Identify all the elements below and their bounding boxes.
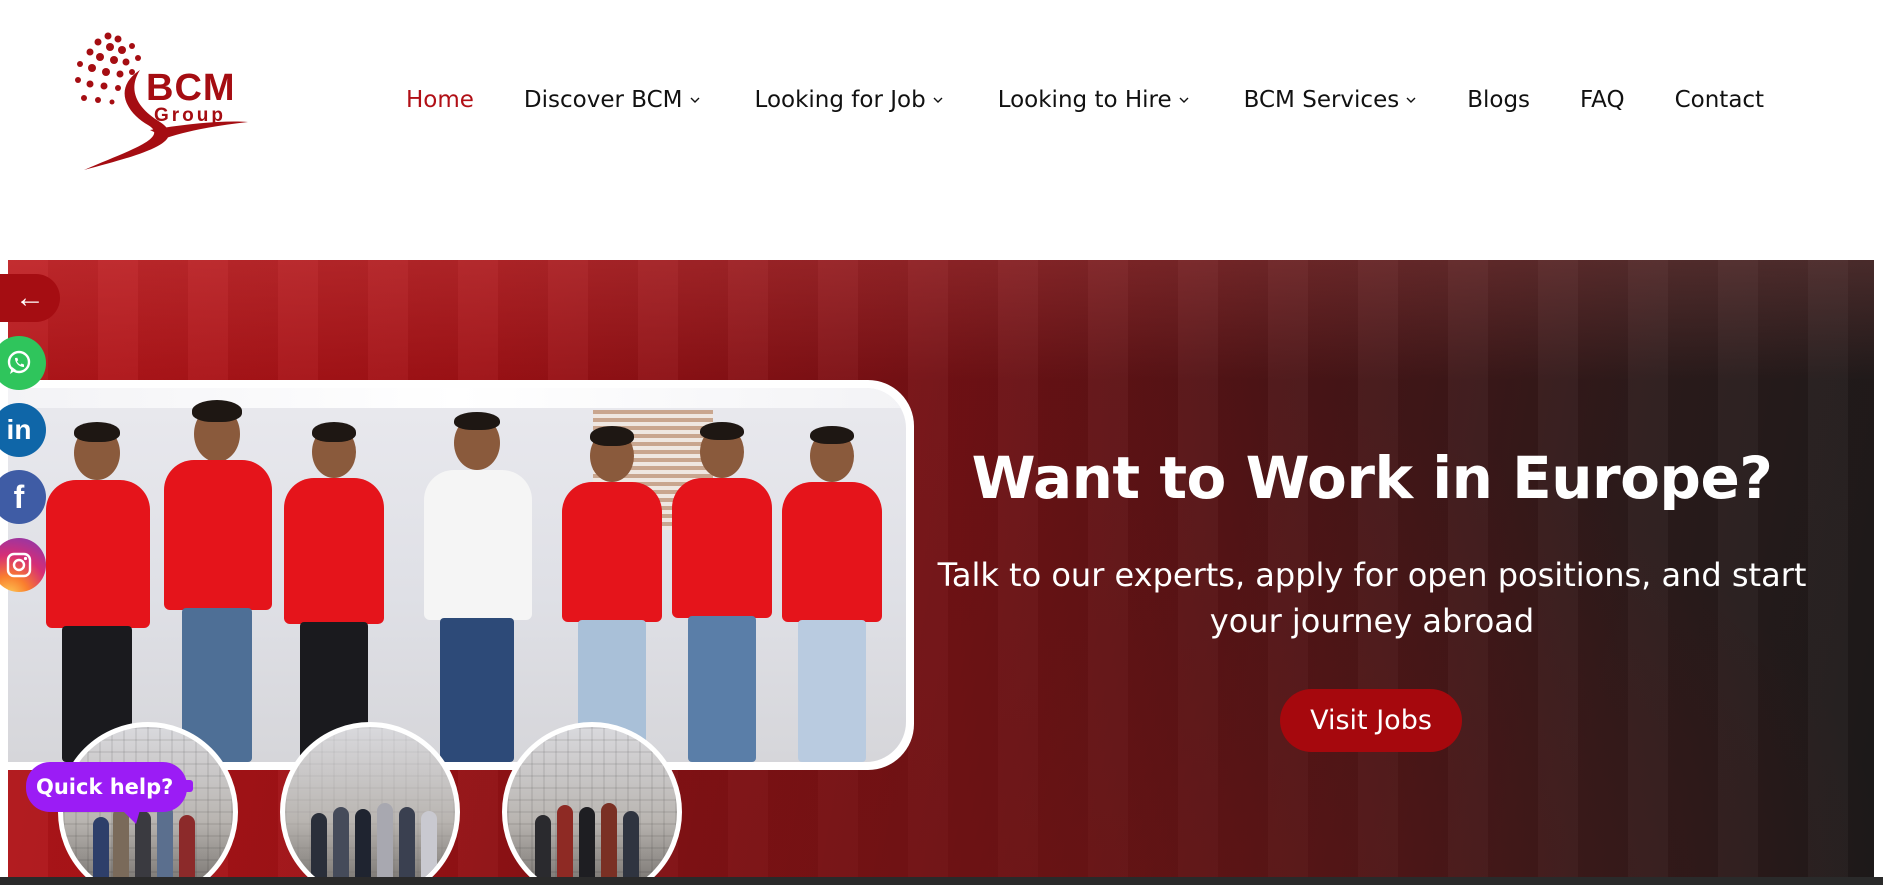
site-header: BCM Group Home Discover BCM Looking for … [0, 0, 1883, 260]
page-right-edge [1874, 260, 1883, 877]
person-figure [270, 418, 400, 762]
nav-discover-bcm[interactable]: Discover BCM [524, 87, 701, 113]
quick-help-chat-button[interactable]: Quick help? [26, 762, 194, 824]
chevron-down-icon [1179, 97, 1189, 103]
chevron-down-icon [1406, 97, 1416, 103]
arrow-left-icon: ← [15, 281, 45, 314]
bottom-scroll-bar [0, 877, 1883, 885]
nav-home[interactable]: Home [406, 87, 474, 113]
linkedin-icon: in [6, 414, 32, 445]
circle-photo-3 [502, 722, 682, 877]
chat-bubble-tail [122, 810, 140, 824]
nav-faq-label: FAQ [1580, 87, 1625, 113]
nav-blogs-label: Blogs [1467, 87, 1531, 113]
nav-discover-bcm-label: Discover BCM [523, 87, 683, 113]
nav-looking-to-hire[interactable]: Looking to Hire [998, 87, 1190, 113]
hero-title: Want to Work in Europe? [971, 444, 1773, 512]
facebook-icon: f [13, 478, 25, 515]
nav-looking-for-job[interactable]: Looking for Job [755, 87, 944, 113]
ceiling-light [8, 388, 906, 408]
nav-looking-to-hire-label: Looking to Hire [997, 87, 1172, 113]
nav-bcm-services-label: BCM Services [1243, 87, 1400, 113]
visit-jobs-button[interactable]: Visit Jobs [1280, 689, 1462, 752]
logo-brand: BCM [146, 67, 236, 109]
back-arrow-button[interactable]: ← [0, 274, 60, 322]
logo-wordmark: BCM Group [146, 67, 236, 126]
person-figure [768, 422, 898, 762]
hero-subtitle: Talk to our experts, apply for open posi… [937, 556, 1807, 640]
chat-bubble-tab [177, 780, 194, 792]
chevron-down-icon [933, 97, 943, 103]
person-figure [408, 410, 548, 762]
bcm-logo[interactable]: BCM Group [70, 30, 250, 175]
person-figure [28, 418, 168, 762]
person-figure [148, 398, 288, 762]
logo-sub: Group [154, 105, 226, 126]
quick-help-label: Quick help? [36, 775, 174, 799]
chevron-down-icon [690, 97, 700, 103]
nav-looking-for-job-label: Looking for Job [754, 87, 926, 113]
team-photo-frame [8, 380, 914, 770]
main-nav: Home Discover BCM Looking for Job Lookin… [406, 80, 1764, 120]
nav-blogs[interactable]: Blogs [1467, 87, 1530, 113]
team-photo [8, 388, 906, 762]
hero-top-glow [8, 260, 1874, 380]
circle-photo-2 [280, 722, 460, 877]
nav-contact-label: Contact [1674, 87, 1765, 113]
nav-home-label: Home [406, 87, 474, 113]
nav-faq[interactable]: FAQ [1580, 87, 1625, 113]
whatsapp-icon [7, 350, 31, 374]
nav-contact[interactable]: Contact [1675, 87, 1764, 113]
nav-bcm-services[interactable]: BCM Services [1244, 87, 1418, 113]
instagram-icon [6, 552, 32, 578]
